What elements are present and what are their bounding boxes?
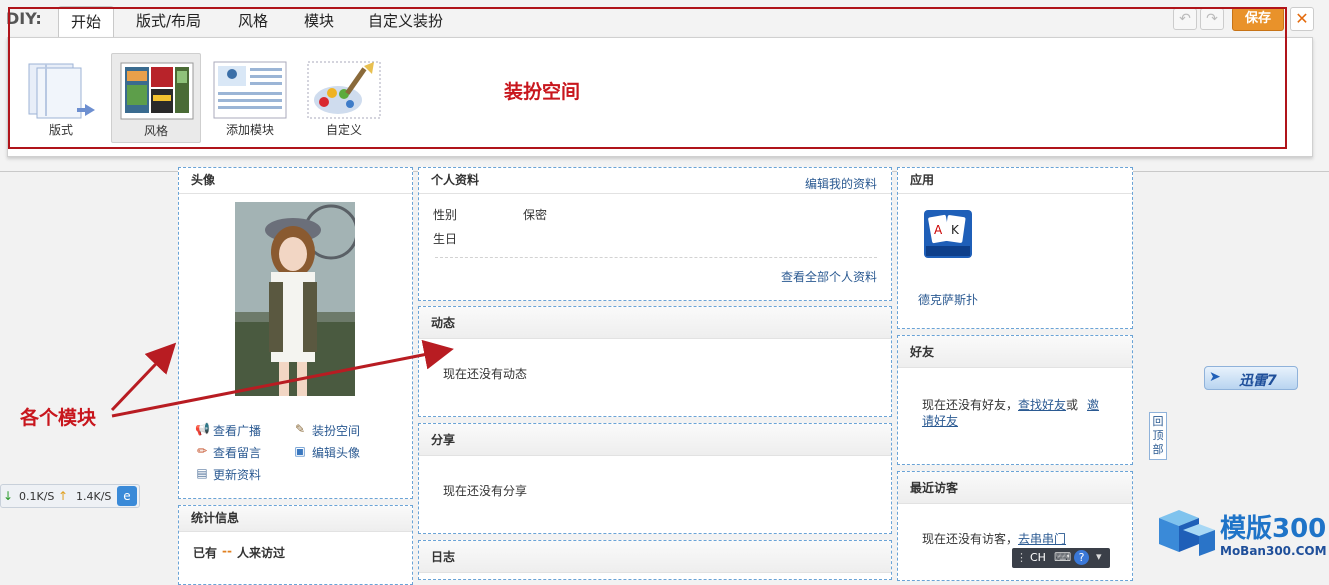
stats-module: 统计信息 已有 -- 人来访过 (178, 505, 413, 585)
grip-icon: ⋮ (1016, 551, 1027, 564)
svg-text:A: A (934, 223, 943, 237)
profile-module: 个人资料 编辑我的资料 性别 保密 生日 查看全部个人资料 (418, 167, 892, 301)
friends-or-text: 或 (1066, 398, 1079, 412)
broadcast-icon: 📢 (195, 422, 210, 436)
poker-app-link[interactable]: 德克萨斯扑 (918, 291, 978, 308)
avatar-module: 头像 📢 查看广播 ✎ 装扮空间 ✏ 查看留言 ▣ 编辑头像 ▤ 更新资料 (178, 167, 413, 499)
brush-icon: ✎ (294, 422, 306, 436)
visits-suffix: 人来访过 (237, 546, 286, 560)
feed-module-title: 动态 (419, 307, 891, 339)
visits-prefix: 已有 (193, 546, 218, 560)
invite-friends-link-part2[interactable]: 请好友 (922, 412, 958, 429)
birthday-label: 生日 (433, 232, 458, 246)
close-button[interactable]: ✕ (1290, 7, 1314, 31)
share-empty-text: 现在还没有分享 (443, 484, 528, 498)
xunlei-widget[interactable]: ➤ 迅雷7 (1204, 366, 1298, 390)
view-broadcast-link[interactable]: 查看广播 (213, 422, 261, 439)
avatar-module-title: 头像 (179, 168, 412, 194)
poker-app-icon[interactable]: A K (924, 210, 972, 258)
visitors-empty-text: 现在还没有访客， (922, 532, 1019, 546)
download-arrow-icon: ↓ (3, 489, 14, 503)
edit-profile-link[interactable]: 编辑我的资料 (805, 175, 877, 192)
back-to-top-button[interactable]: 回顶部 (1149, 412, 1167, 460)
svg-text:K: K (951, 223, 960, 237)
modules-annotation: 各个模块 (20, 407, 97, 429)
decorate-space-link[interactable]: 装扮空间 (312, 422, 360, 439)
speed-widget[interactable]: ↓ 0.1K/S ↑ 1.4K/S e (0, 484, 140, 508)
edit-avatar-link[interactable]: 编辑头像 (312, 444, 360, 461)
friends-module: 好友 现在还没有好友， 查找好友 或 邀 请好友 (897, 335, 1133, 465)
profile-divider (435, 257, 877, 258)
upload-arrow-icon: ↑ (58, 489, 69, 503)
watermark-main: 模版300 (1220, 514, 1327, 544)
feed-module: 动态 现在还没有动态 (418, 306, 892, 417)
ie-icon: e (117, 486, 137, 506)
stats-module-title: 统计信息 (179, 506, 412, 532)
feed-empty-text: 现在还没有动态 (443, 367, 528, 381)
share-module: 分享 现在还没有分享 (418, 423, 892, 534)
profile-card-icon: ▤ (196, 466, 208, 480)
avatar-image[interactable] (235, 202, 355, 396)
moban300-logo-icon (1159, 510, 1215, 556)
gender-value: 保密 (523, 208, 548, 222)
xunlei-bird-icon: ➤ (1209, 369, 1221, 385)
gender-label: 性别 (433, 208, 458, 222)
blog-module-title: 日志 (419, 541, 891, 573)
diy-toolbar: DIY: 开始 版式/布局 风格 模块 自定义装扮 ↶ ↷ 保存 ✕ 版式 风格… (0, 0, 1329, 172)
watermark-sub: MoBan300.COM (1220, 544, 1327, 558)
language-bar[interactable]: ⋮ CH ⌨ ? ▾ (1012, 548, 1110, 568)
apps-module-title: 应用 (898, 168, 1132, 194)
keyboard-icon[interactable]: ⌨ (1054, 550, 1071, 564)
view-all-profile-link[interactable]: 查看全部个人资料 (781, 268, 877, 285)
blog-module: 日志 (418, 540, 892, 580)
update-profile-link[interactable]: 更新资料 (213, 466, 261, 483)
visits-count: -- (222, 544, 232, 558)
upload-speed: 1.4K/S (76, 490, 112, 503)
apps-module: 应用 A K 德克萨斯扑 (897, 167, 1133, 329)
diy-highlight-frame (8, 7, 1287, 149)
view-messages-link[interactable]: 查看留言 (213, 444, 261, 461)
friends-module-title: 好友 (898, 336, 1132, 368)
language-indicator: CH (1030, 551, 1046, 564)
find-friends-link[interactable]: 查找好友 (1018, 396, 1066, 413)
options-icon[interactable]: ▾ (1096, 550, 1102, 563)
friends-empty-text: 现在还没有好友， (922, 398, 1019, 412)
invite-friends-link-part1[interactable]: 邀 (1087, 396, 1099, 413)
help-icon[interactable]: ? (1074, 550, 1089, 565)
xunlei-label: 迅雷7 (1239, 373, 1277, 389)
pencil-icon: ✏ (196, 444, 208, 458)
picture-icon: ▣ (294, 444, 306, 458)
download-speed: 0.1K/S (19, 490, 55, 503)
share-module-title: 分享 (419, 424, 891, 456)
visit-others-link[interactable]: 去串串门 (1018, 530, 1066, 547)
visitors-module-title: 最近访客 (898, 472, 1132, 504)
